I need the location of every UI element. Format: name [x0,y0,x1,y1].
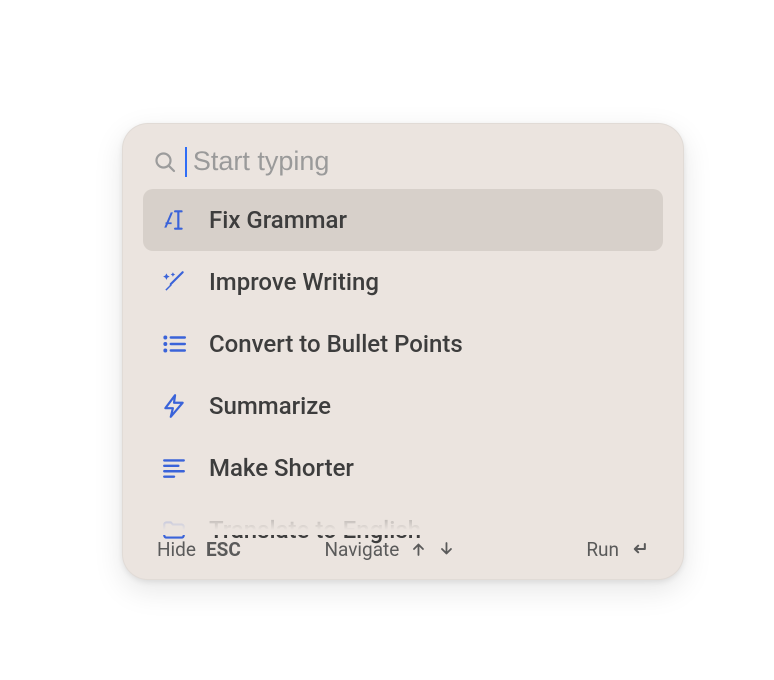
hint-hide: Hide ESC [157,538,241,561]
command-item-label: Improve Writing [209,268,379,296]
arrow-up-icon [409,540,427,558]
hide-label: Hide [157,538,196,561]
hint-navigate: Navigate [324,538,455,561]
navigate-label: Navigate [324,538,399,561]
bolt-icon [161,393,187,419]
search-icon [153,150,177,174]
command-item-bullet-points[interactable]: Convert to Bullet Points [143,313,663,375]
command-item-make-shorter[interactable]: Make Shorter [143,437,663,499]
text-caret [185,147,187,177]
footer-hints: Hide ESC Navigate Run [123,527,683,579]
command-item-summarize[interactable]: Summarize [143,375,663,437]
command-item-label: Make Shorter [209,454,354,482]
bullet-list-icon [161,331,187,357]
arrow-down-icon [437,540,455,558]
command-item-improve-writing[interactable]: Improve Writing [143,251,663,313]
command-item-fix-grammar[interactable]: Fix Grammar [143,189,663,251]
magic-wand-icon [161,269,187,295]
run-label: Run [586,538,619,561]
command-item-label: Summarize [209,392,331,420]
command-palette: Fix Grammar Improve Writing [122,123,684,580]
esc-key-label: ESC [206,538,241,561]
text-cursor-icon [161,207,187,233]
search-row [123,124,683,185]
command-item-label: Convert to Bullet Points [209,330,463,358]
return-key-icon [629,539,649,559]
command-item-label: Fix Grammar [209,206,347,234]
command-list: Fix Grammar Improve Writing [123,185,683,561]
align-left-icon [161,455,187,481]
search-input[interactable] [193,146,653,177]
hint-run: Run [586,538,649,561]
